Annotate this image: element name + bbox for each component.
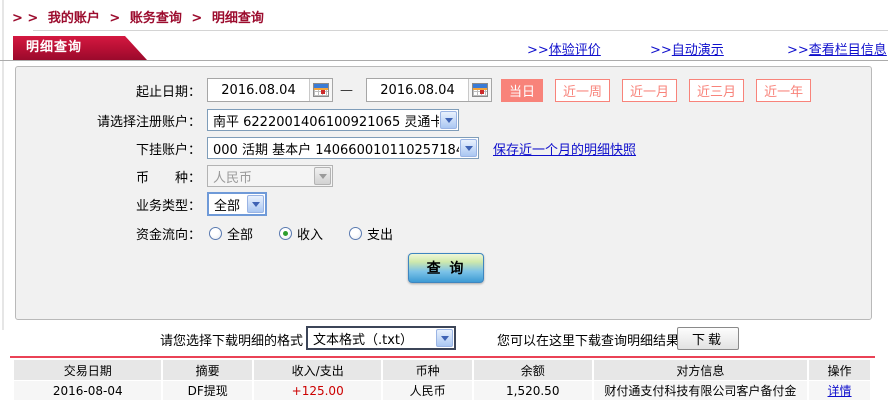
date-range-row: 起止日期： 2016.08.04 — 2016.08.04 当日 近一周 近一月… (26, 77, 812, 103)
registered-account-value: 南平 6222001406100921065 灵通卡 (213, 114, 439, 130)
date-range-dash: — (340, 82, 353, 98)
sub-account-label: 下挂账户： (135, 142, 201, 158)
col-header-summary: 摘要 (163, 360, 252, 380)
link-auto-demo[interactable]: >>自动演示 (650, 39, 724, 58)
col-header-counterparty: 对方信息 (593, 360, 808, 380)
sub-account-select[interactable]: 000 活期 基本户 1406600101102571848 (207, 137, 479, 159)
quick-range-year-button[interactable]: 近一年 (756, 78, 812, 102)
query-button[interactable]: 查 询 (408, 253, 484, 283)
currency-label: 币 种： (135, 170, 201, 186)
quick-range-week-button[interactable]: 近一周 (555, 78, 611, 102)
breadcrumb-prefix: > > (12, 11, 39, 26)
currency-value: 人民币 (213, 170, 253, 186)
radio-checked-icon (279, 226, 293, 240)
breadcrumb-item-my-account[interactable]: 我的账户 (48, 11, 100, 26)
link-label: 自动演示 (671, 43, 724, 58)
calendar-icon (313, 83, 329, 97)
currency-select: 人民币 (207, 165, 333, 187)
breadcrumb: > > 我的账户 > 账务查询 > 明细查询 (12, 7, 269, 26)
breadcrumb-item-detail-query[interactable]: 明细查询 (212, 11, 264, 26)
col-header-currency: 币种 (383, 360, 472, 380)
download-format-label: 请您选择下载明细的格式 (160, 334, 304, 349)
registered-account-label: 请选择注册账户： (96, 114, 201, 130)
col-header-action: 操作 (809, 360, 870, 380)
table-top-divider (10, 356, 875, 358)
fund-flow-radio-group: 全部 收入 支出 (209, 224, 419, 243)
transaction-table: 交易日期 摘要 收入/支出 币种 余额 对方信息 操作 2016-08-04 D… (12, 359, 872, 401)
quick-range-3months-button[interactable]: 近三月 (689, 78, 745, 102)
cell-date: 2016-08-04 (14, 381, 162, 400)
save-monthly-snapshot-link[interactable]: 保存近一个月的明细快照 (493, 139, 636, 158)
breadcrumb-item-account-query[interactable]: 账务查询 (130, 11, 182, 26)
calendar-icon (472, 83, 488, 97)
currency-row: 币 种： 人民币 (26, 163, 333, 189)
fund-flow-option-expense[interactable]: 支出 (349, 224, 393, 243)
download-format-value: 文本格式（.txt） (313, 332, 414, 348)
cell-currency: 人民币 (383, 381, 472, 400)
end-date-calendar-button[interactable] (468, 79, 491, 101)
cell-action: 详情 (809, 381, 870, 400)
link-arrows: >> (527, 43, 549, 58)
radio-unchecked-icon (349, 226, 363, 240)
tab-label: 明细查询 (26, 40, 83, 55)
biz-type-select[interactable]: 全部 (207, 192, 267, 216)
cell-counterparty: 财付通支付科技有限公司客户备付金 (593, 381, 808, 400)
fund-flow-option-expense-label: 支出 (367, 227, 394, 243)
link-label: 查看栏目信息 (808, 43, 887, 58)
table-row: 2016-08-04 DF提现 +125.00 人民币 1,520.50 财付通… (14, 381, 870, 400)
end-date-value: 2016.08.04 (380, 82, 455, 98)
fund-flow-option-income[interactable]: 收入 (279, 224, 323, 243)
biz-type-label: 业务类型： (135, 198, 201, 214)
link-view-column-info[interactable]: >>查看栏目信息 (787, 39, 887, 58)
chevron-down-icon (247, 195, 264, 213)
tab-bottom-divider (0, 60, 888, 61)
cell-balance: 1,520.50 (473, 381, 592, 400)
start-date-value: 2016.08.04 (221, 82, 296, 98)
link-label: 体验评价 (548, 43, 601, 58)
chevron-down-icon (460, 139, 477, 157)
end-date-input[interactable]: 2016.08.04 (366, 78, 492, 102)
registered-account-select[interactable]: 南平 6222001406100921065 灵通卡 (207, 109, 459, 131)
biz-type-value: 全部 (214, 198, 241, 214)
col-header-balance: 余额 (473, 360, 592, 380)
tab-detail-query[interactable]: 明细查询 (13, 36, 147, 60)
breadcrumb-separator: > (191, 11, 203, 26)
download-hint: 您可以在这里下载查询明细结果 (497, 334, 680, 349)
biz-type-row: 业务类型： 全部 (26, 191, 267, 217)
cell-amount: +125.00 (253, 381, 382, 400)
col-header-amount: 收入/支出 (253, 360, 382, 380)
start-date-calendar-button[interactable] (309, 79, 332, 101)
chevron-down-icon (436, 329, 453, 347)
sub-account-row: 下挂账户： 000 活期 基本户 1406600101102571848 保存近… (26, 135, 636, 161)
sub-account-value: 000 活期 基本户 1406600101102571848 (213, 142, 459, 158)
detail-link[interactable]: 详情 (828, 384, 852, 398)
link-experience-review[interactable]: >>体验评价 (527, 39, 601, 58)
fund-flow-row: 资金流向： 全部 收入 支出 (26, 220, 419, 246)
start-date-input[interactable]: 2016.08.04 (207, 78, 333, 102)
breadcrumb-divider (33, 30, 888, 31)
download-format-select[interactable]: 文本格式（.txt） (306, 326, 456, 350)
chevron-down-icon (314, 167, 331, 185)
fund-flow-label: 资金流向： (135, 227, 201, 243)
fund-flow-option-income-label: 收入 (297, 227, 324, 243)
query-form-panel: 起止日期： 2016.08.04 — 2016.08.04 当日 近一周 近一月… (15, 66, 872, 320)
cell-summary: DF提现 (163, 381, 252, 400)
registered-account-row: 请选择注册账户： 南平 6222001406100921065 灵通卡 (26, 107, 459, 133)
page-left-divider (2, 0, 4, 330)
table-header-row: 交易日期 摘要 收入/支出 币种 余额 对方信息 操作 (14, 360, 870, 380)
download-button[interactable]: 下载 (677, 327, 739, 350)
col-header-date: 交易日期 (14, 360, 162, 380)
date-range-label: 起止日期： (135, 84, 201, 100)
quick-range-today-button[interactable]: 当日 (501, 78, 544, 102)
quick-range-month-button[interactable]: 近一月 (622, 78, 678, 102)
detail-query-page: > > 我的账户 > 账务查询 > 明细查询 明细查询 >>体验评价 >>自动演… (0, 0, 888, 409)
link-arrows: >> (650, 43, 672, 58)
radio-unchecked-icon (209, 226, 222, 240)
chevron-down-icon (440, 111, 457, 129)
breadcrumb-separator: > (109, 11, 121, 26)
link-arrows: >> (787, 43, 809, 58)
fund-flow-option-all[interactable]: 全部 (209, 224, 253, 243)
fund-flow-option-all-label: 全部 (227, 227, 254, 243)
